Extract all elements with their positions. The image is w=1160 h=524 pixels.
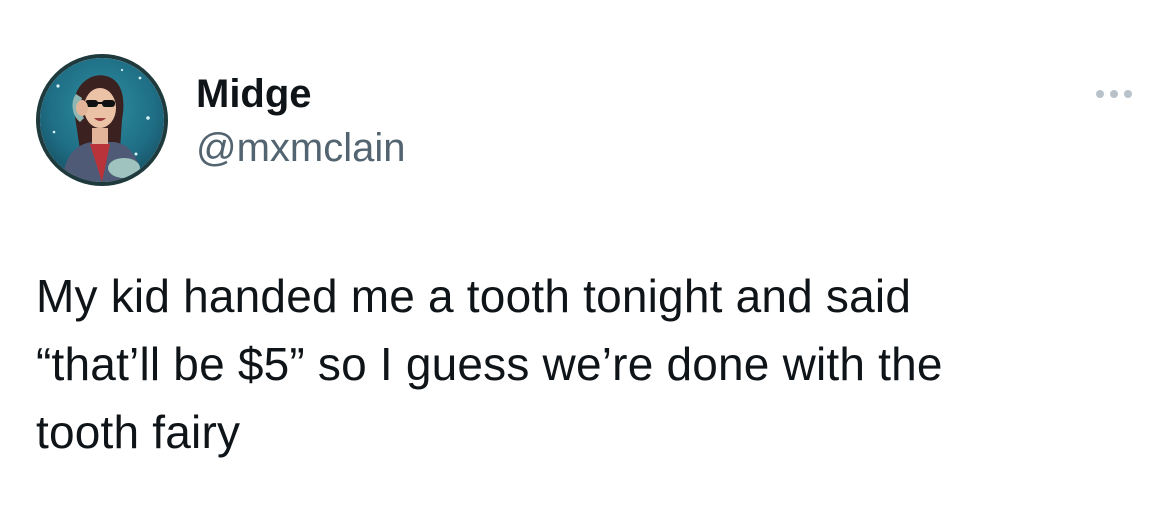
author-handle[interactable]: @mxmclain (196, 124, 406, 172)
tweet-card: Midge @mxmclain My kid handed me a tooth… (0, 0, 1160, 524)
more-horizontal-icon (1096, 90, 1132, 98)
more-options-button[interactable] (1088, 80, 1140, 108)
avatar-photo-icon (40, 58, 164, 182)
user-avatar[interactable] (36, 54, 168, 186)
tweet-text: My kid handed me a tooth tonight and sai… (36, 270, 943, 458)
author-display-name[interactable]: Midge (196, 70, 312, 118)
